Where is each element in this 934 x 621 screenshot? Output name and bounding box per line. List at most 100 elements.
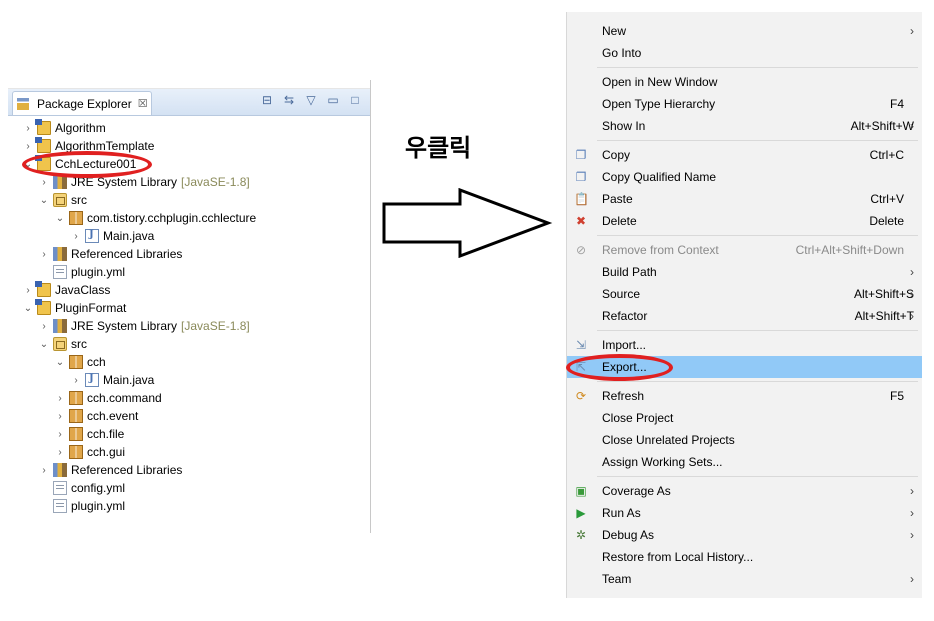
tree-item[interactable]: plugin.yml xyxy=(38,497,125,515)
expanded-chevron-icon[interactable]: ⌄ xyxy=(38,194,50,206)
tree-item[interactable]: ⌄ cch xyxy=(54,353,106,371)
menu-item-debug-as[interactable]: ✲ Debug As › xyxy=(567,524,922,546)
expanded-chevron-icon[interactable]: ⌄ xyxy=(38,338,50,350)
no-chevron xyxy=(38,266,50,278)
menu-item-coverage-as[interactable]: ▣ Coverage As › xyxy=(567,480,922,502)
collapsed-chevron-icon[interactable]: › xyxy=(54,446,66,458)
debug-icon: ✲ xyxy=(575,528,587,542)
menu-item-refresh[interactable]: ⟳ Refresh F5 xyxy=(567,385,922,407)
menu-item-open-new-window[interactable]: Open in New Window xyxy=(567,71,922,93)
tree-item[interactable]: ⌄ src xyxy=(38,191,87,209)
tree-item-label: cch xyxy=(87,355,106,369)
tree-item-label: cch.command xyxy=(87,391,162,405)
tree-item[interactable]: › cch.file xyxy=(54,425,124,443)
collapsed-chevron-icon[interactable]: › xyxy=(38,464,50,476)
expanded-chevron-icon[interactable]: ⌄ xyxy=(22,302,34,314)
tree-item[interactable]: ⌄ com.tistory.cchplugin.cchlecture xyxy=(54,209,256,227)
tree-item-label: Referenced Libraries xyxy=(71,247,183,261)
project-icon xyxy=(35,137,51,153)
collapsed-chevron-icon[interactable]: › xyxy=(22,284,34,296)
tree-item[interactable]: config.yml xyxy=(38,479,125,497)
collapsed-chevron-icon[interactable]: › xyxy=(22,122,34,134)
expanded-chevron-icon[interactable]: ⌄ xyxy=(54,212,66,224)
tree-item[interactable]: › Main.java xyxy=(70,227,154,245)
remove-context-icon: ⊘ xyxy=(575,243,587,257)
library-icon xyxy=(53,319,67,333)
collapsed-chevron-icon[interactable]: › xyxy=(22,140,34,152)
java-file-icon xyxy=(85,373,99,387)
menu-item-assign-working-sets[interactable]: Assign Working Sets... xyxy=(567,451,922,473)
no-chevron xyxy=(38,482,50,494)
menu-item-shortcut: Ctrl+V xyxy=(870,192,904,206)
minimize-icon[interactable]: ▭ xyxy=(326,93,340,107)
menu-item-shortcut: Alt+Shift+S xyxy=(853,287,914,301)
link-with-editor-icon[interactable]: ⇆ xyxy=(282,93,296,107)
submenu-arrow-icon: › xyxy=(910,24,914,38)
collapsed-chevron-icon[interactable]: › xyxy=(54,428,66,440)
menu-item-open-type-hierarchy[interactable]: Open Type Hierarchy F4 xyxy=(567,93,922,115)
source-folder-icon xyxy=(53,337,67,351)
menu-item-copy[interactable]: ❐ Copy Ctrl+C xyxy=(567,144,922,166)
collapsed-chevron-icon[interactable]: › xyxy=(54,410,66,422)
menu-item-paste[interactable]: 📋 Paste Ctrl+V xyxy=(567,188,922,210)
tree-item[interactable]: › cch.command xyxy=(54,389,162,407)
tree-item[interactable]: ⌄ src xyxy=(38,335,87,353)
menu-item-import[interactable]: ⇲ Import... xyxy=(567,334,922,356)
menu-item-build-path[interactable]: Build Path › xyxy=(567,261,922,283)
collapsed-chevron-icon[interactable]: › xyxy=(70,374,82,386)
menu-item-source[interactable]: Source Alt+Shift+S › xyxy=(567,283,922,305)
collapsed-chevron-icon[interactable]: › xyxy=(38,320,50,332)
menu-separator xyxy=(597,330,918,331)
menu-item-remove-from-context[interactable]: ⊘ Remove from Context Ctrl+Alt+Shift+Down xyxy=(567,239,922,261)
tree-item-label: cch.file xyxy=(87,427,125,441)
menu-item-refactor[interactable]: Refactor Alt+Shift+T › xyxy=(567,305,922,327)
menu-item-close-project[interactable]: Close Project xyxy=(567,407,922,429)
tree-item[interactable]: › cch.event xyxy=(54,407,138,425)
collapse-all-icon[interactable]: ⊟ xyxy=(260,93,274,107)
tree-item[interactable]: › Algorithm xyxy=(22,119,106,137)
tree-item[interactable]: plugin.yml xyxy=(38,263,125,281)
tree-item-label: JRE System Library xyxy=(71,319,178,333)
collapsed-chevron-icon[interactable]: › xyxy=(54,392,66,404)
menu-item-run-as[interactable]: ▶ Run As › xyxy=(567,502,922,524)
tree-item-label: plugin.yml xyxy=(71,499,126,513)
menu-item-go-into[interactable]: Go Into xyxy=(567,42,922,64)
package-icon xyxy=(69,409,83,423)
menu-item-show-in[interactable]: Show In Alt+Shift+W › xyxy=(567,115,922,137)
maximize-icon[interactable]: □ xyxy=(348,93,362,107)
tree-item[interactable]: › JavaClass xyxy=(22,281,110,299)
collapsed-chevron-icon[interactable]: › xyxy=(70,230,82,242)
menu-item-close-unrelated-projects[interactable]: Close Unrelated Projects xyxy=(567,429,922,451)
library-icon xyxy=(53,247,67,261)
menu-item-label: Build Path xyxy=(602,265,657,279)
collapsed-chevron-icon[interactable]: › xyxy=(38,176,50,188)
coverage-icon: ▣ xyxy=(575,484,587,498)
collapsed-chevron-icon[interactable]: › xyxy=(38,248,50,260)
tab-label: Package Explorer xyxy=(37,96,132,111)
menu-item-delete[interactable]: ✖ Delete Delete xyxy=(567,210,922,232)
tree-item[interactable]: › JRE System Library [JavaSE-1.8] xyxy=(38,317,250,335)
tree-item[interactable]: › Referenced Libraries xyxy=(38,461,182,479)
view-menu-icon[interactable]: ▽ xyxy=(304,93,318,107)
tree-item[interactable]: › Main.java xyxy=(70,371,154,389)
menu-separator xyxy=(597,67,918,68)
expanded-chevron-icon[interactable]: ⌄ xyxy=(54,356,66,368)
menu-item-new[interactable]: New › xyxy=(567,20,922,42)
close-icon[interactable]: ☒ xyxy=(138,97,148,110)
tree-item[interactable]: ⌄ PluginFormat xyxy=(22,299,126,317)
yml-file-icon xyxy=(53,265,67,279)
copy-qualified-name-icon: ❐ xyxy=(575,170,587,184)
tree-item[interactable]: › Referenced Libraries xyxy=(38,245,182,263)
menu-separator xyxy=(597,381,918,382)
menu-item-copy-qualified-name[interactable]: ❐ Copy Qualified Name xyxy=(567,166,922,188)
menu-item-team[interactable]: Team › xyxy=(567,568,922,590)
tab-package-explorer[interactable]: Package Explorer ☒ xyxy=(12,91,152,115)
menu-item-label: Refactor xyxy=(602,309,648,323)
tree-item[interactable]: › cch.gui xyxy=(54,443,125,461)
menu-item-shortcut: Delete xyxy=(869,214,904,228)
menu-item-label: Show In xyxy=(602,119,646,133)
source-folder-icon xyxy=(53,193,67,207)
menu-item-restore-local-history[interactable]: Restore from Local History... xyxy=(567,546,922,568)
tree-item-label: src xyxy=(71,193,87,207)
menu-item-label: Paste xyxy=(602,192,633,206)
